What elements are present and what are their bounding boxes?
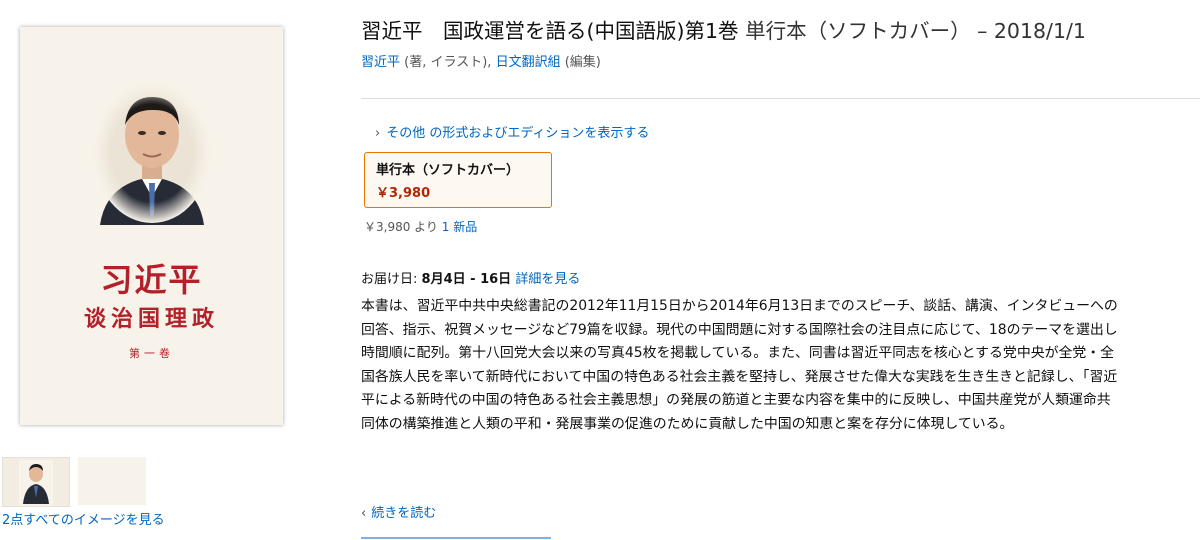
format-price: ￥3,980 [376, 186, 431, 201]
thumbnail-portrait-icon [19, 460, 53, 506]
cover-title-text: 谈治国理政 [83, 306, 219, 332]
delivery-dates: 8月4日 - 16日 [421, 272, 512, 287]
read-more-link[interactable]: ‹ 続きを読む [361, 502, 436, 521]
delivery-details-link[interactable]: 詳細を見る [515, 272, 580, 287]
author-link[interactable]: 習近平 [361, 55, 400, 70]
new-offers-price: ￥3,980 より [364, 220, 438, 234]
cover-author-text: 习近平 [100, 261, 203, 299]
format-option-selected[interactable]: 単行本（ソフトカバー） ￥3,980 [364, 152, 552, 208]
title-date: – 2018/1/1 [977, 19, 1086, 43]
other-formats-link[interactable]: › その他 の形式およびエディションを表示する [375, 122, 649, 141]
product-title: 習近平 国政運営を語る(中国語版)第1巻 単行本（ソフトカバー） – 2018/… [361, 16, 1086, 46]
book-cover-image[interactable]: 习近平 谈治国理政 第一卷 [20, 27, 283, 425]
author-portrait [94, 83, 210, 225]
editor-link[interactable]: 日文翻訳組 [496, 55, 561, 70]
new-offers-link[interactable]: 1 新品 [442, 220, 477, 234]
thumbnail-cover[interactable] [2, 457, 70, 507]
product-description: 本書は、習近平中共中央総書記の2012年11月15日から2014年6月13日まで… [361, 298, 1118, 432]
chevron-right-icon: › [375, 126, 381, 141]
new-offers: ￥3,980 より 1 新品 [364, 218, 477, 235]
chevron-left-icon: ‹ [361, 506, 367, 521]
divider [361, 98, 1200, 99]
see-all-images-link[interactable]: 2点すべてのイメージを見る [2, 509, 165, 528]
title-main: 習近平 国政運営を語る(中国語版)第1巻 [361, 19, 739, 43]
delivery-label: お届け日: [361, 272, 418, 287]
author-role: (著, イラスト), [404, 55, 492, 70]
other-formats-label: その他 の形式およびエディションを表示する [386, 126, 650, 141]
title-format: 単行本（ソフトカバー） [745, 19, 971, 43]
editor-role: (編集) [564, 55, 601, 70]
cover-volume-text: 第一卷 [129, 347, 174, 360]
read-more-label: 続きを読む [371, 506, 437, 521]
cut-off-link [361, 533, 561, 540]
thumbnail-back[interactable] [78, 457, 146, 505]
byline: 習近平 (著, イラスト), 日文翻訳組 (編集) [361, 51, 601, 70]
delivery-info: お届け日: 8月4日 - 16日 詳細を見る [361, 268, 580, 287]
format-name: 単行本（ソフトカバー） [376, 163, 520, 178]
